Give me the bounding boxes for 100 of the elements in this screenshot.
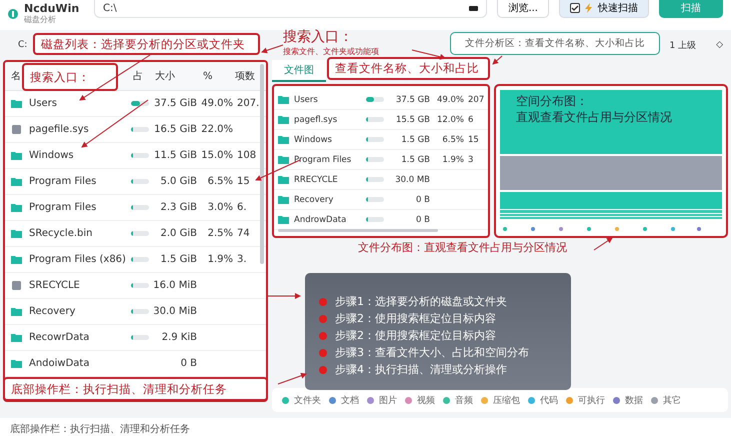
column-header[interactable]: 大小 <box>155 69 175 83</box>
scrollbar[interactable] <box>260 64 264 264</box>
file-percent: 3.0% <box>206 202 234 213</box>
folder-icon <box>11 177 22 186</box>
file-row[interactable]: RRECYCLE 30.0 MB <box>274 170 488 190</box>
legend-label: 文件夹 <box>294 394 321 406</box>
file-percent: 1.9% <box>206 254 234 265</box>
folder-icon <box>11 151 22 160</box>
file-name: Windows <box>29 150 75 161</box>
file-name: pagefile.sys <box>29 124 90 135</box>
folder-icon <box>278 115 289 124</box>
file-row[interactable]: SRECYCLE 16.0 MiB <box>5 273 266 299</box>
checkbox[interactable] <box>570 3 580 13</box>
callout-note: 直观查看文件占用与分区情况 <box>516 109 672 125</box>
file-row[interactable]: Recovery 0 B <box>274 190 488 210</box>
file-percent: 49.0% <box>201 98 234 109</box>
file-size: 2.9 KiB <box>160 332 198 343</box>
bullet-icon <box>319 314 327 322</box>
callout-title: 搜索入口： <box>283 28 354 46</box>
toggle-icon[interactable]: ◇ <box>716 40 723 50</box>
column-header[interactable]: % <box>203 70 213 82</box>
file-size: 1.5 GB <box>400 154 431 164</box>
legend-label: 文档 <box>341 394 359 406</box>
logo-icon <box>8 8 18 18</box>
file-percent: 2.5% <box>206 228 234 239</box>
item-count: 207. <box>237 98 260 109</box>
column-header[interactable]: 占 <box>133 69 143 83</box>
file-row[interactable]: Program Files 1.5 GB 1.9% 3 <box>274 150 488 170</box>
item-count: 207 <box>468 94 486 104</box>
legend-label: 压缩包 <box>493 394 520 406</box>
file-size: 16.5 GiB <box>153 124 198 135</box>
folder-icon <box>11 99 22 108</box>
item-count: 108 <box>237 150 258 161</box>
file-size: 1.5 GiB <box>160 254 198 265</box>
scrollbar[interactable] <box>278 229 438 232</box>
bullet-icon <box>319 332 327 340</box>
quick-scan-toggle[interactable]: 快速扫描 <box>559 0 649 18</box>
item-count: 6. <box>237 202 248 213</box>
file-row[interactable]: Users 37.5 GB 49.0% 207 <box>274 90 488 110</box>
file-percent: 49.0% <box>436 94 465 104</box>
folder-icon <box>11 359 22 368</box>
callout-box: 搜索入口： <box>22 63 118 91</box>
lightning-icon <box>584 3 594 13</box>
folder-icon <box>278 135 289 144</box>
file-size: 1.5 GB <box>400 134 431 144</box>
file-size: 0 B <box>180 358 198 369</box>
browse-button[interactable]: 浏览... <box>497 0 549 18</box>
file-size: 16.0 MiB <box>153 280 198 291</box>
folder-icon <box>11 255 22 264</box>
callout-title: 空间分布图： <box>516 93 589 109</box>
callout-box: 文件分析区：查看文件名称、大小和占比 <box>450 32 660 55</box>
callout-text: 文件分布图：直观查看文件占用与分区情况 <box>358 240 567 255</box>
folder-icon <box>11 333 22 342</box>
file-size: 2.0 GiB <box>160 228 198 239</box>
callout-box: 磁盘列表：选择要分析的分区或文件夹 <box>33 33 260 55</box>
column-header[interactable]: 项数 <box>235 69 255 83</box>
column-header[interactable]: 名 <box>11 69 21 83</box>
item-count: 15 <box>468 134 480 144</box>
file-name: Recovery <box>294 194 334 204</box>
file-name: pagefl.sys <box>294 114 338 124</box>
file-row[interactable]: Recovery 30.0 MiB <box>5 299 266 325</box>
path-field[interactable]: C:\ <box>94 0 488 18</box>
file-name: SRecycle.bin <box>29 228 94 239</box>
legend-label: 可执行 <box>578 394 605 406</box>
file-name: SRECYCLE <box>29 280 81 291</box>
file-icon <box>11 125 22 134</box>
item-count: 74 <box>237 228 251 239</box>
file-row[interactable]: Windows 1.5 GB 6.5% 15 <box>274 130 488 150</box>
folder-icon <box>278 195 289 204</box>
legend-label: 代码 <box>540 394 558 406</box>
file-size: 30.0 MB <box>394 174 431 184</box>
annotation-arrow <box>412 50 446 60</box>
legend-label: 其它 <box>663 394 681 406</box>
file-name: AndoiwData <box>29 358 90 369</box>
view-tab[interactable]: 文件图 <box>272 60 326 82</box>
file-name: Program Files <box>294 154 352 164</box>
step-text: 步骤3：查看文件大小、占比和空间分布 <box>335 345 529 360</box>
step-text: 步骤2：使用搜索框定位目标内容 <box>335 311 496 326</box>
file-size: 5.0 GiB <box>160 176 198 187</box>
step-text: 步骤2：使用搜索框定位目标内容 <box>335 328 496 343</box>
file-percent: 22.0% <box>201 124 234 135</box>
file-name: Program Files <box>29 202 98 213</box>
file-size: 37.5 GiB <box>153 98 198 109</box>
file-size: 2.3 GiB <box>160 202 198 213</box>
file-row[interactable]: RecowrData 2.9 KiB <box>5 325 266 351</box>
file-icon <box>11 281 22 290</box>
status-bar: 底部操作栏：执行扫描、清理和分析任务 <box>0 418 731 436</box>
folder-icon <box>11 307 22 316</box>
file-percent: 6.5% <box>206 176 234 187</box>
file-row[interactable]: pagefl.sys 15.5 GB 12.0% 6 <box>274 110 488 130</box>
parent-link[interactable]: 1 上级 <box>669 38 696 52</box>
file-size: 30.0 MiB <box>153 306 198 317</box>
file-name: Program Files (x86) <box>29 254 127 265</box>
file-size: 37.5 GB <box>394 94 431 104</box>
callout-box: 查看文件名称、大小和占比 <box>327 57 490 80</box>
annotation-arrow <box>261 44 284 54</box>
legend-label: 数据 <box>625 394 643 406</box>
bullet-icon <box>319 366 327 374</box>
legend-label: 图片 <box>379 394 397 406</box>
item-count: 3. <box>237 254 248 265</box>
